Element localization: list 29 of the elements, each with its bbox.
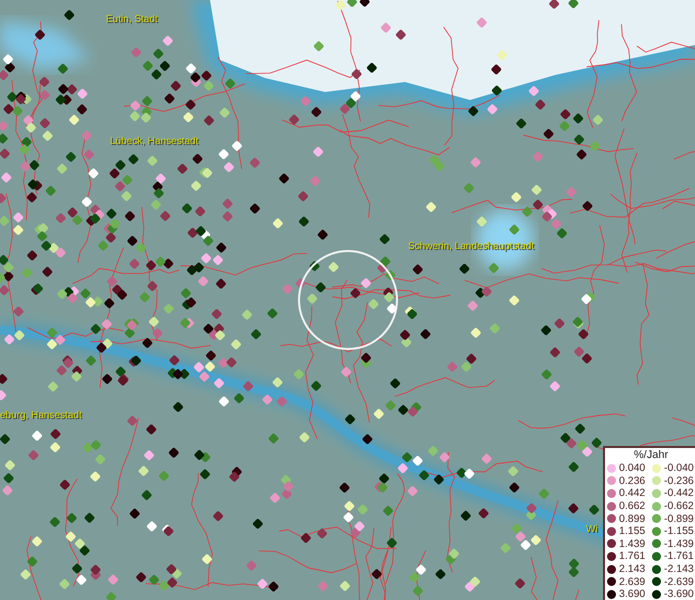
legend-label: -2.639 xyxy=(664,576,694,588)
legend-label: -0.899 xyxy=(664,512,694,525)
legend-label: 0.662 xyxy=(619,500,646,512)
legend-label: 0.040 xyxy=(619,462,646,474)
legend-label: 2.143 xyxy=(619,563,646,576)
place-label: Schwerin, Landeshauptstadt xyxy=(408,241,534,252)
legend-title: %/Jahr xyxy=(632,449,670,462)
legend-label: 1.761 xyxy=(619,550,646,562)
legend-label: -1.761 xyxy=(664,550,694,562)
legend-label: 2.639 xyxy=(619,576,646,588)
place-label: Lübeck, Hansestadt xyxy=(110,136,198,147)
legend-label: 0.899 xyxy=(619,512,646,525)
legend-label: -0.662 xyxy=(664,500,694,512)
legend-label: -3.690 xyxy=(664,588,694,600)
legend-label: -0.236 xyxy=(664,474,694,487)
legend-label: -2.143 xyxy=(664,563,694,576)
legend-label: 0.236 xyxy=(619,474,646,487)
legend-label: 1.155 xyxy=(619,525,646,538)
legend-label: -1.155 xyxy=(664,525,694,538)
legend-label: -1.439 xyxy=(664,538,694,550)
place-label: Eutin, Stadt xyxy=(106,14,158,25)
legend-label: -0.442 xyxy=(664,487,694,500)
legend-label: 0.442 xyxy=(619,487,646,500)
place-label: eburg, Hansestadt xyxy=(0,410,82,421)
place-label: Wi xyxy=(586,524,598,535)
legend-label: 3.690 xyxy=(619,588,646,600)
selection-circle[interactable] xyxy=(298,250,398,350)
legend-label: -0.040 xyxy=(664,462,694,474)
legend-label: 1.439 xyxy=(619,538,646,550)
